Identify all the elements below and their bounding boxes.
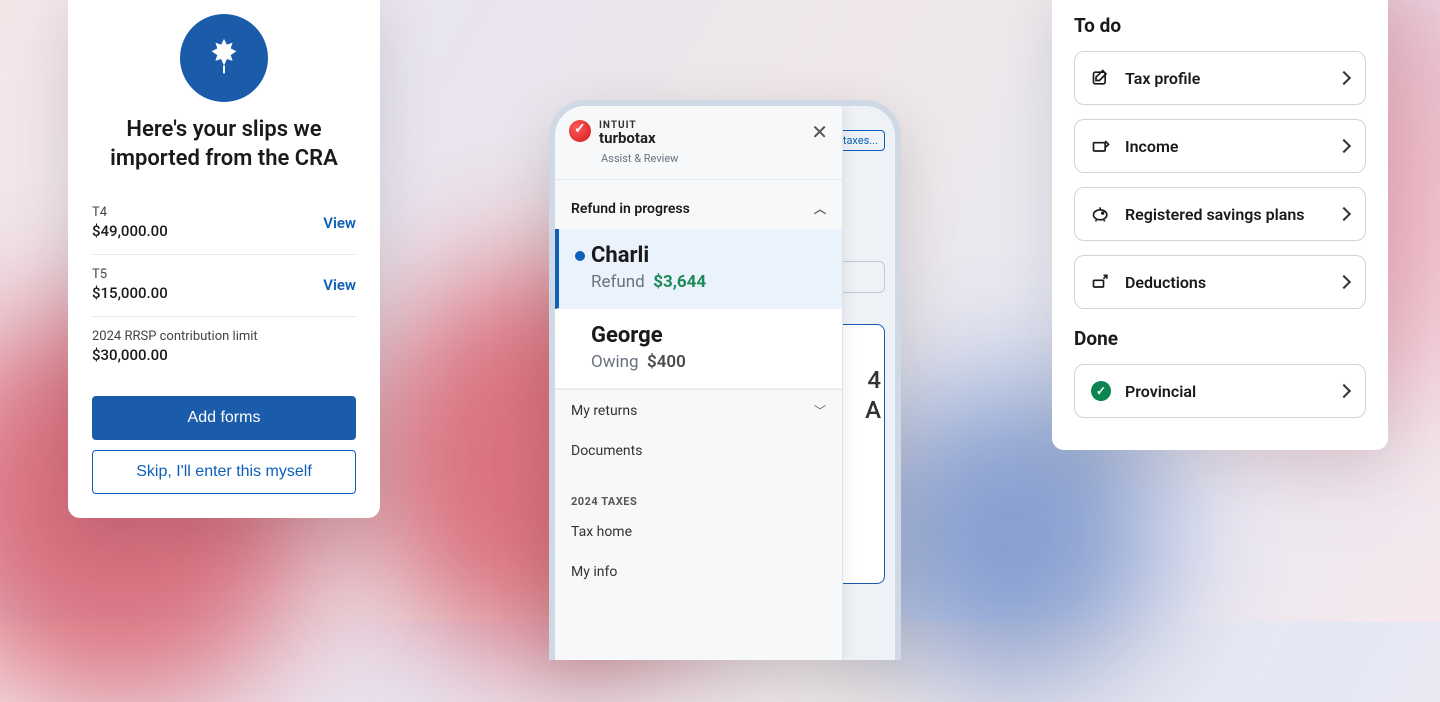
person-row-george[interactable]: George Owing $400 [555,309,842,389]
edit-icon [1091,68,1111,88]
cra-import-card: Here's your slips we imported from the C… [68,0,380,518]
income-icon [1091,136,1111,156]
nav-my-returns[interactable]: My returns ﹀ [555,389,842,431]
chevron-right-icon [1337,139,1351,153]
refund-section-header[interactable]: Refund in progress ︿ [555,179,842,229]
done-provincial[interactable]: ✓ Provincial [1074,364,1366,418]
slip-label: T5 [92,267,168,282]
phone-mockup: taxes... 4 A INTUIT turbotax ✕ Assist & … [549,100,901,660]
product-subtitle: Assist & Review [555,152,842,165]
slip-row-t5: T5 $15,000.00 View [92,255,356,317]
view-link-t4[interactable]: View [323,214,356,232]
todo-savings[interactable]: Registered savings plans [1074,187,1366,241]
peek-text: 4 [867,366,881,394]
chevron-down-icon: ﹀ [814,402,826,419]
owing-amount: $400 [647,352,686,372]
todo-label: Registered savings plans [1125,205,1304,224]
chevron-right-icon [1337,275,1351,289]
peek-text: A [865,396,881,424]
close-icon[interactable]: ✕ [811,120,828,144]
taxes-chip[interactable]: taxes... [836,130,885,151]
tasks-card: To do Tax profile Income Registered savi… [1052,0,1388,450]
piggy-bank-icon [1091,204,1111,224]
chevron-right-icon [1337,384,1351,398]
add-forms-button[interactable]: Add forms [92,396,356,440]
todo-income[interactable]: Income [1074,119,1366,173]
nav-label: My returns [571,403,637,419]
turbotax-logo-icon [569,120,591,142]
refund-section-label: Refund in progress [571,201,690,217]
nav-tax-home[interactable]: Tax home [555,512,842,552]
slip-row-rrsp: 2024 RRSP contribution limit $30,000.00 [92,317,356,378]
check-circle-icon: ✓ [1091,381,1111,401]
slip-amount: $15,000.00 [92,284,168,302]
todo-label: Deductions [1125,273,1206,292]
chevron-right-icon [1337,71,1351,85]
todo-label: Tax profile [1125,69,1200,88]
todo-deductions[interactable]: Deductions [1074,255,1366,309]
nav-my-info[interactable]: My info [555,552,842,592]
person-name: George [591,323,822,348]
todo-tax-profile[interactable]: Tax profile [1074,51,1366,105]
nav-label: My info [571,564,617,580]
todo-title: To do [1074,14,1366,37]
person-row-charli[interactable]: Charli Refund $3,644 [555,229,842,309]
status-label: Refund [591,272,645,292]
view-link-t5[interactable]: View [323,276,356,294]
tax-year-label: 2024 TAXES [555,471,842,512]
skip-button[interactable]: Skip, I'll enter this myself [92,450,356,494]
nav-documents[interactable]: Documents [555,431,842,471]
slip-label: 2024 RRSP contribution limit [92,329,258,344]
todo-label: Income [1125,137,1178,156]
slip-amount: $30,000.00 [92,346,258,364]
phone-sidebar: INTUIT turbotax ✕ Assist & Review Refund… [555,106,843,660]
chevron-right-icon [1337,207,1351,221]
refund-amount: $3,644 [653,272,706,292]
status-label: Owing [591,352,639,372]
chevron-up-icon: ︿ [814,200,826,217]
slip-label: T4 [92,205,168,220]
done-label: Provincial [1125,382,1196,401]
cra-title: Here's your slips we imported from the C… [92,116,356,173]
deductions-icon [1091,272,1111,292]
brand-turbotax: turbotax [599,131,656,146]
maple-leaf-icon [180,14,268,102]
slip-row-t4: T4 $49,000.00 View [92,193,356,255]
slip-amount: $49,000.00 [92,222,168,240]
nav-label: Tax home [571,524,632,540]
person-name: Charli [591,243,822,268]
done-title: Done [1074,327,1366,350]
nav-label: Documents [571,443,642,459]
